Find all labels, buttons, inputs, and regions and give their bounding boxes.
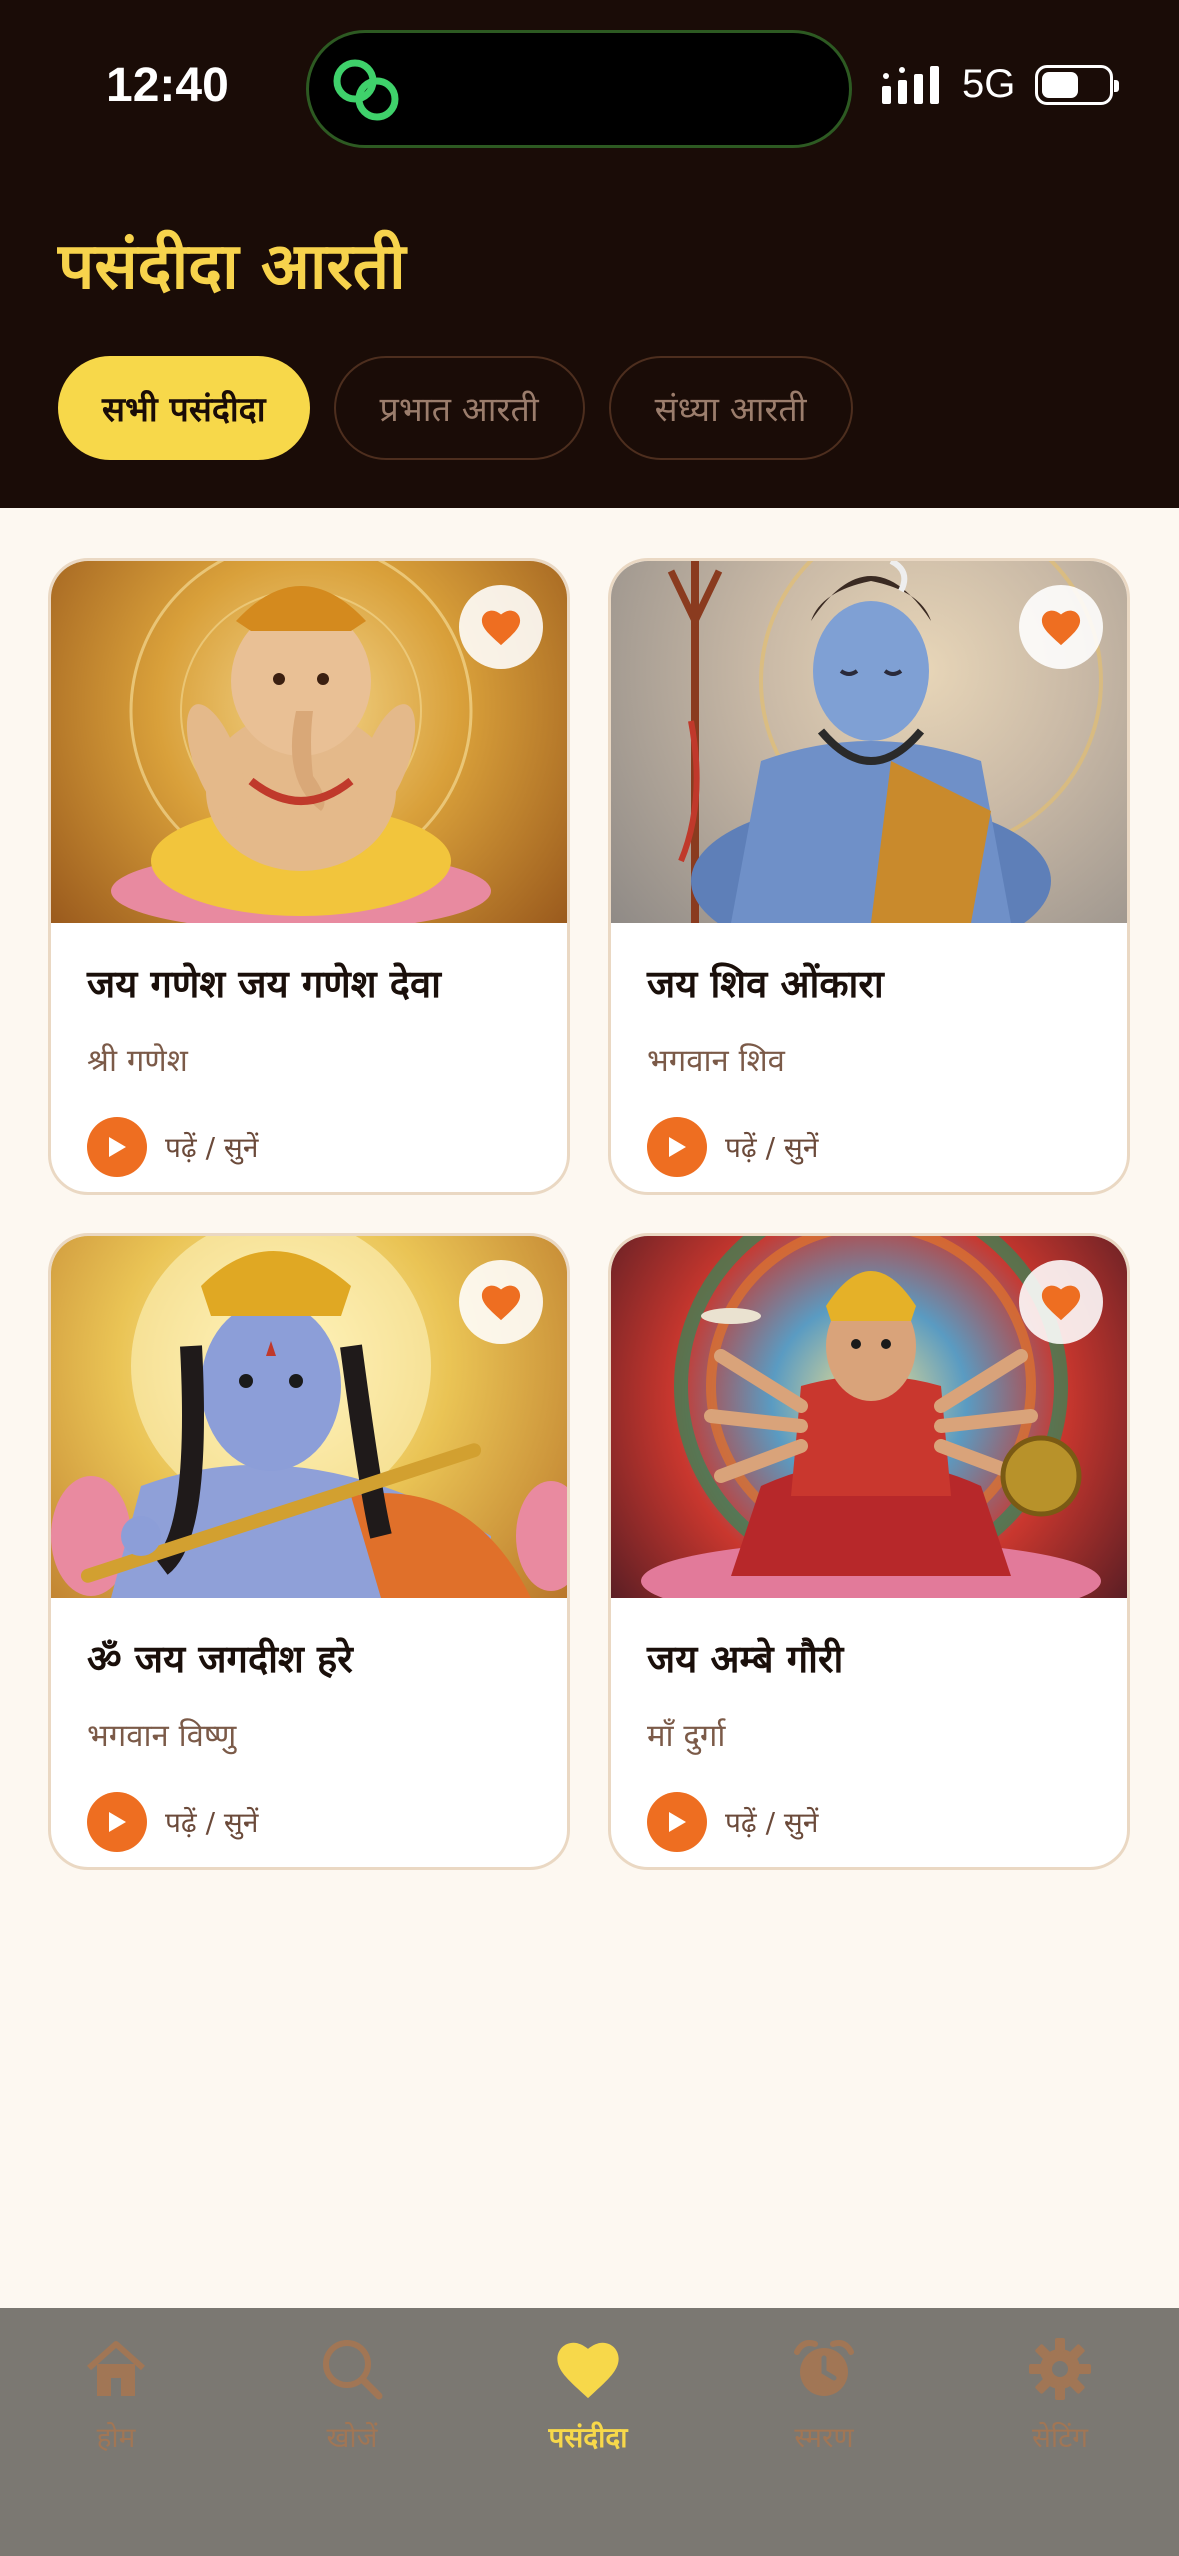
battery-icon	[1035, 64, 1120, 105]
tab-morning-aarti[interactable]: प्रभात आरती	[333, 356, 585, 460]
favorite-button[interactable]	[459, 585, 543, 669]
card-deity: माँ दुर्गा	[647, 1718, 726, 1754]
nav-label: खोजें	[326, 2421, 378, 2454]
read-listen-button[interactable]: पढ़ें / सुनें	[647, 1792, 1091, 1852]
card-title: ॐ जय जगदीश हरे	[87, 1637, 353, 1681]
dynamic-island	[306, 30, 852, 148]
ganesh-image	[51, 561, 567, 923]
gear-icon	[1029, 2338, 1091, 2400]
page-title: पसंदीदा आरती	[58, 230, 406, 304]
aarti-card[interactable]: ॐ जय जगदीश हरे भगवान विष्णु पढ़ें / सुने…	[48, 1233, 570, 1870]
heart-icon	[1041, 1285, 1081, 1321]
alarm-clock-icon	[794, 2340, 854, 2396]
heart-icon	[1041, 610, 1081, 646]
read-listen-label: पढ़ें / सुनें	[165, 1806, 259, 1839]
play-icon[interactable]	[647, 1117, 707, 1177]
favorite-button[interactable]	[459, 1260, 543, 1344]
card-title: जय अम्बे गौरी	[647, 1637, 844, 1681]
durga-image	[611, 1236, 1127, 1598]
heart-icon	[481, 1285, 521, 1321]
nav-label: पसंदीदा	[548, 2421, 628, 2454]
link-rings-icon	[333, 59, 399, 121]
heart-icon	[557, 2342, 619, 2399]
favorite-button[interactable]	[1019, 1260, 1103, 1344]
read-listen-button[interactable]: पढ़ें / सुनें	[647, 1117, 1091, 1177]
status-indicators: 5G	[880, 62, 1120, 107]
read-listen-label: पढ़ें / सुनें	[725, 1806, 819, 1839]
nav-home[interactable]: होम	[26, 2334, 206, 2456]
play-icon[interactable]	[647, 1792, 707, 1852]
network-label: 5G	[962, 62, 1016, 106]
play-icon[interactable]	[87, 1117, 147, 1177]
card-deity: भगवान शिव	[647, 1043, 785, 1079]
home-icon	[87, 2341, 145, 2396]
read-listen-label: पढ़ें / सुनें	[725, 1131, 819, 1164]
aarti-card[interactable]: जय अम्बे गौरी माँ दुर्गा पढ़ें / सुनें	[608, 1233, 1130, 1870]
card-title: जय शिव ओंकारा	[647, 962, 884, 1006]
aarti-card[interactable]: जय शिव ओंकारा भगवान शिव पढ़ें / सुनें	[608, 558, 1130, 1195]
tab-all-favorites[interactable]: सभी पसंदीदा	[58, 356, 310, 460]
krishna-image	[51, 1236, 567, 1598]
nav-reminder[interactable]: स्मरण	[734, 2334, 914, 2456]
nav-settings[interactable]: सेटिंग	[970, 2334, 1150, 2456]
signal-icon	[882, 65, 939, 104]
nav-label: सेटिंग	[1031, 2421, 1089, 2454]
card-title: जय गणेश जय गणेश देवा	[87, 962, 441, 1006]
battery-level	[1042, 71, 1079, 98]
nav-search[interactable]: खोजें	[262, 2334, 442, 2456]
aarti-card[interactable]: जय गणेश जय गणेश देवा श्री गणेश पढ़ें / स…	[48, 558, 570, 1195]
filter-tabs: सभी पसंदीदा प्रभात आरती संध्या आरती	[58, 356, 853, 460]
nav-label: स्मरण	[794, 2421, 854, 2454]
tab-evening-aarti[interactable]: संध्या आरती	[608, 356, 853, 460]
nav-favorites[interactable]: पसंदीदा	[498, 2334, 678, 2456]
bottom-nav: होम खोजें पसंदीदा स्मरण सेटिंग	[0, 2308, 1179, 2556]
header: 12:40 5G पसंदीदा आरती सभी पसंदीदा प्रभात…	[0, 0, 1179, 508]
search-icon	[323, 2340, 383, 2400]
nav-label: होम	[96, 2421, 136, 2454]
favorite-button[interactable]	[1019, 585, 1103, 669]
read-listen-button[interactable]: पढ़ें / सुनें	[87, 1117, 531, 1177]
read-listen-label: पढ़ें / सुनें	[165, 1131, 259, 1164]
shiva-image	[611, 561, 1127, 923]
card-deity: भगवान विष्णु	[87, 1718, 237, 1754]
heart-icon	[481, 610, 521, 646]
favorites-grid: जय गणेश जय गणेश देवा श्री गणेश पढ़ें / स…	[48, 558, 1131, 1870]
status-time: 12:40	[106, 59, 229, 112]
read-listen-button[interactable]: पढ़ें / सुनें	[87, 1792, 531, 1852]
play-icon[interactable]	[87, 1792, 147, 1852]
card-deity: श्री गणेश	[87, 1043, 188, 1079]
